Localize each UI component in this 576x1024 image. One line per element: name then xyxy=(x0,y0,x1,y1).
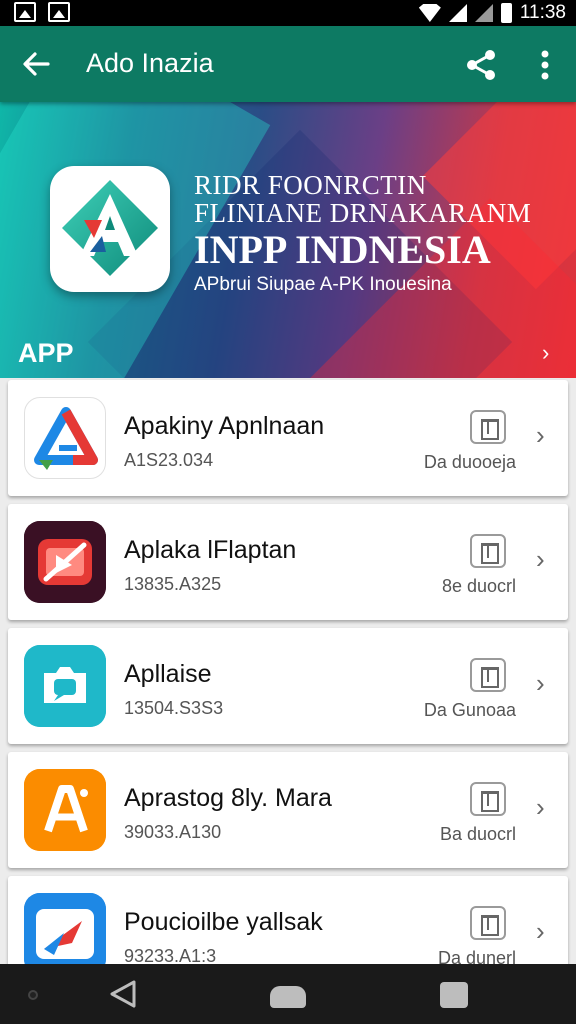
app-version: 13504.S3S3 xyxy=(124,698,224,718)
list-item[interactable]: Apllaise 13504.S3S3 Da Gunoaa › xyxy=(8,628,568,744)
app-version: 39033.A130 xyxy=(124,822,222,842)
download-button[interactable] xyxy=(470,906,506,940)
app-icon xyxy=(24,397,106,479)
system-nav-bar xyxy=(0,964,576,1024)
list-item[interactable]: Apakiny Apnlnaan A1S23.034 Da duooeja › xyxy=(8,380,568,496)
banner-next-arrow-icon[interactable]: › xyxy=(542,340,549,366)
banner-heading-line-2: FLINIANE DRNAKARANM xyxy=(194,198,532,228)
gallery-notification-icon xyxy=(14,2,36,22)
app-version: A1S23.034 xyxy=(124,450,214,470)
app-logo-icon xyxy=(56,172,164,284)
system-indicators: 11:38 xyxy=(418,0,566,26)
signal-icon xyxy=(448,4,467,22)
chevron-right-icon[interactable]: › xyxy=(536,668,545,699)
app-name: Apllaise xyxy=(124,660,212,688)
banner-heading-line-1: RIDR FOONRCTIN xyxy=(194,170,427,200)
battery-icon xyxy=(500,3,512,23)
nav-back-icon[interactable] xyxy=(108,978,138,1010)
app-name: Poucioilbe yallsak xyxy=(124,908,323,936)
app-icon xyxy=(24,521,106,603)
app-screen: 11:38 Ado Inazia RIDR FOONRCTIN FLINIANE… xyxy=(0,0,576,1024)
nav-recents-icon[interactable] xyxy=(440,982,468,1008)
download-button[interactable] xyxy=(470,534,506,568)
app-icon xyxy=(24,769,106,851)
plane-icon xyxy=(24,893,106,975)
page-title: Ado Inazia xyxy=(86,48,214,78)
wifi-icon xyxy=(418,4,441,22)
share-icon[interactable] xyxy=(464,48,498,82)
chevron-right-icon[interactable]: › xyxy=(536,916,545,947)
app-version: 13835.A325 xyxy=(124,574,222,594)
banner-section-label: APP xyxy=(18,338,74,368)
app-icon xyxy=(24,645,106,727)
download-button[interactable] xyxy=(470,658,506,692)
banner-headline: INPP INDNESIA xyxy=(194,227,491,272)
chevron-right-icon[interactable]: › xyxy=(536,420,545,451)
nav-home-icon[interactable] xyxy=(270,986,306,1008)
chevron-right-icon[interactable]: › xyxy=(536,544,545,575)
download-button[interactable] xyxy=(470,782,506,816)
app-status: 8e duocrl xyxy=(441,576,516,596)
app-name: Aplaka lFlaptan xyxy=(124,536,297,564)
app-status: Ba duocrl xyxy=(439,824,516,844)
status-bar: 11:38 xyxy=(0,0,576,26)
more-options-icon[interactable] xyxy=(530,48,560,82)
app-status: Da Gunoaa xyxy=(423,700,516,720)
featured-banner[interactable]: RIDR FOONRCTIN FLINIANE DRNAKARANM INPP … xyxy=(0,102,576,378)
download-button[interactable] xyxy=(470,410,506,444)
list-item[interactable]: Aplaka lFlaptan 13835.A325 8e duocrl › xyxy=(8,504,568,620)
delta-a-icon xyxy=(34,407,98,470)
app-name: Apakiny Apnlnaan xyxy=(124,412,325,440)
letter-a-icon xyxy=(24,769,106,851)
app-status: Da duooeja xyxy=(423,452,516,472)
notification-icons xyxy=(14,2,70,22)
clock: 11:38 xyxy=(519,2,566,23)
camera-chat-icon xyxy=(24,645,106,727)
signal-2-icon xyxy=(474,4,493,22)
list-item[interactable]: Aprastog 8ly. Mara 39033.A130 Ba duocrl … xyxy=(8,752,568,868)
back-arrow-icon[interactable] xyxy=(20,48,52,80)
camera-dot-icon xyxy=(28,990,38,1000)
banner-app-logo xyxy=(50,166,170,292)
app-icon xyxy=(24,893,106,975)
app-name: Aprastog 8ly. Mara xyxy=(124,784,332,812)
chevron-right-icon[interactable]: › xyxy=(536,792,545,823)
video-slash-icon xyxy=(24,521,106,603)
image-notification-icon xyxy=(48,2,70,22)
banner-subtitle: APbrui Siupae A-PK Inouesina xyxy=(194,274,452,295)
app-toolbar: Ado Inazia xyxy=(0,26,576,102)
